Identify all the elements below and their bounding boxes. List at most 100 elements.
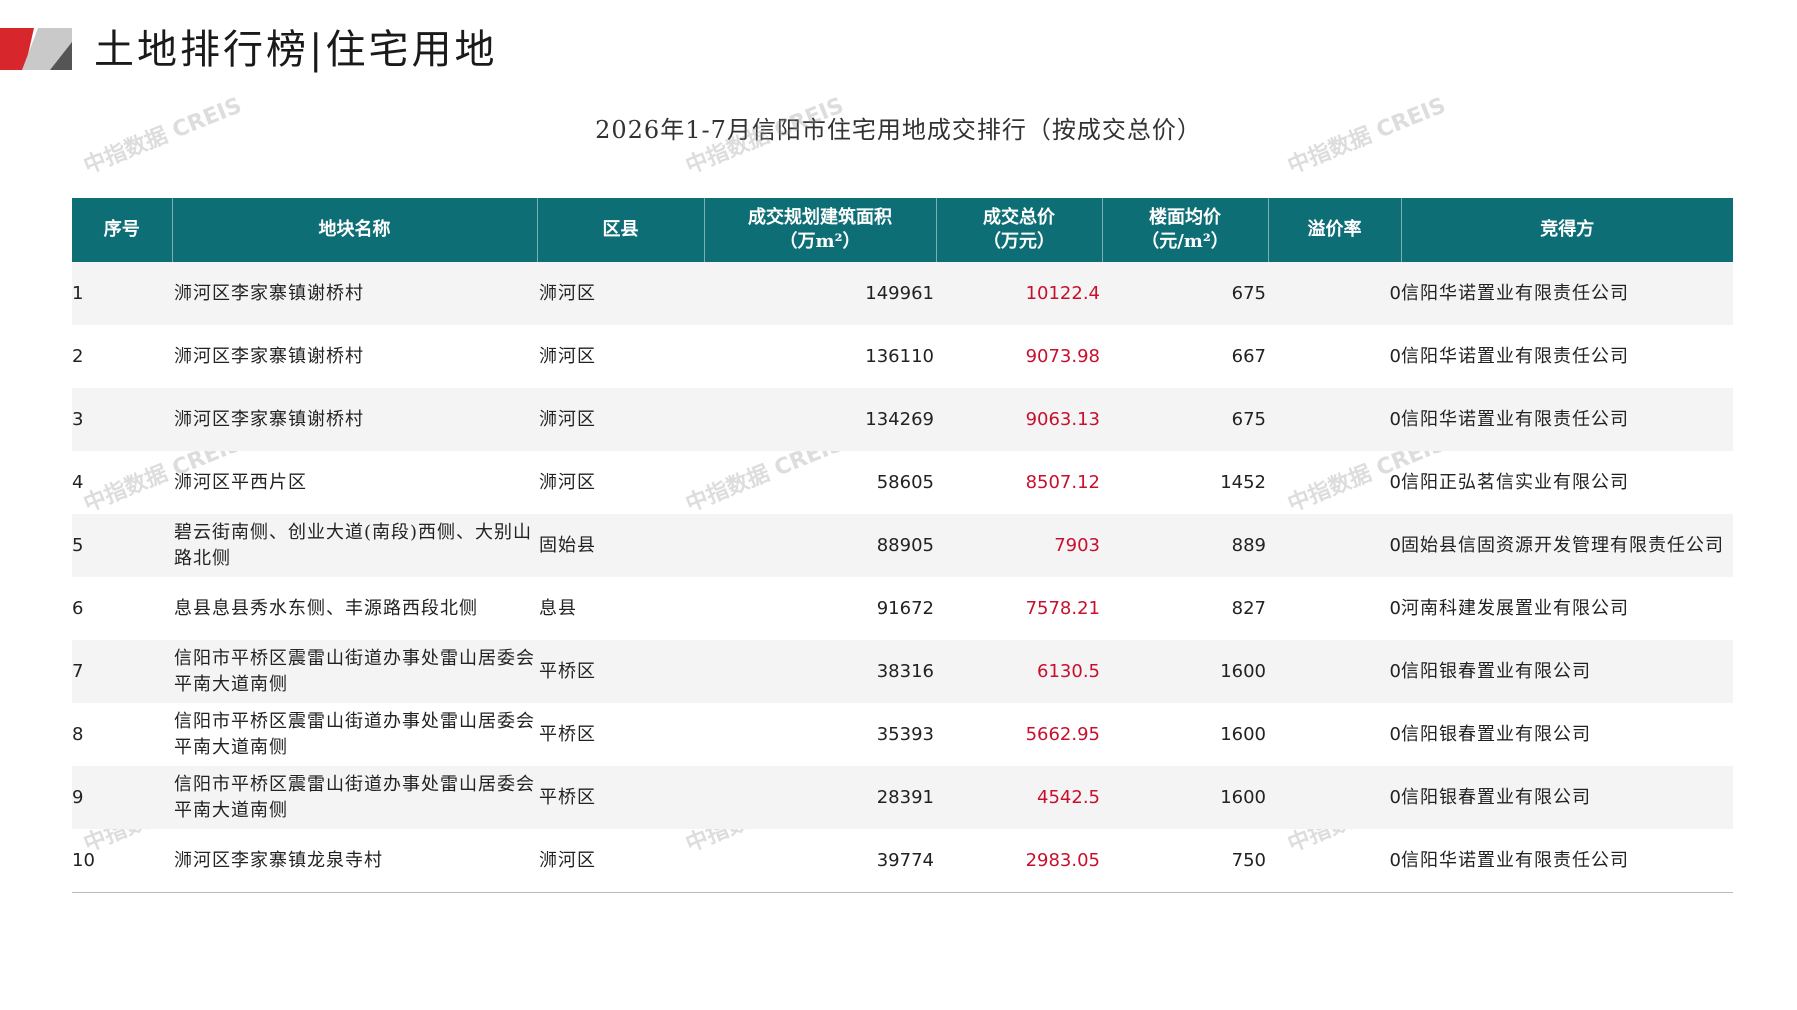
cell-area: 58605	[876, 471, 934, 493]
cell-rank: 2	[72, 345, 84, 367]
header-district: 区县	[537, 198, 705, 262]
cell-bidder: 河南科建发展置业有限公司	[1401, 597, 1629, 619]
cell-premium: 0	[1389, 723, 1401, 745]
cell-total-price: 8507.12	[1025, 471, 1100, 493]
cell-total-price: 2983.05	[936, 829, 1102, 893]
cell-rank: 10	[72, 829, 172, 893]
cell-unit-price: 827	[1231, 597, 1266, 619]
header-label: 区县	[602, 219, 639, 240]
cell-unit-price: 1452	[1220, 471, 1266, 493]
cell-rank: 6	[72, 597, 84, 619]
header-area: 成交规划建筑面积 （万m²）	[704, 198, 937, 262]
cell-district: 浉河区	[537, 262, 704, 325]
cell-total-price: 9073.98	[1025, 345, 1100, 367]
header-label: 序号	[103, 219, 140, 240]
cell-premium: 0	[1268, 829, 1401, 893]
cell-unit-price: 667	[1231, 345, 1266, 367]
cell-premium: 0	[1268, 262, 1401, 325]
header-label: 成交总价	[983, 207, 1055, 228]
cell-plot-name: 息县息县秀水东侧、丰源路西段北侧	[174, 597, 478, 619]
header-unit-price: 楼面均价 （元/m²）	[1102, 198, 1269, 262]
table-header-row: 序号 地块名称 区县 成交规划建筑面积 （万m²） 成交总价 （万元） 楼面均价 （元/m²） 溢…	[72, 198, 1733, 262]
cell-plot-name: 浉河区平西片区	[174, 471, 307, 493]
cell-unit-price: 1600	[1102, 640, 1268, 703]
cell-premium: 0	[1268, 766, 1401, 829]
table-row: 2 浉河区李家寨镇谢桥村 浉河区 136110 9073.98 667 0 信阳华诺置业有限责…	[72, 325, 1733, 388]
header-unit: （元/m²）	[1141, 231, 1229, 252]
header-label: 楼面均价	[1149, 207, 1221, 228]
cell-rank: 3	[72, 388, 172, 451]
land-ranking-table: 序号 地块名称 区县 成交规划建筑面积 （万m²） 成交总价 （万元） 楼面均价 （元/m²） 溢…	[72, 198, 1733, 893]
cell-unit-price: 889	[1102, 514, 1268, 577]
table-row: 9 信阳市平桥区震雷山街道办事处雷山居委会平南大道南侧 平桥区 28391 4542.5…	[72, 766, 1733, 829]
cell-total-price: 7578.21	[1025, 597, 1100, 619]
cell-plot-name: 信阳市平桥区震雷山街道办事处雷山居委会平南大道南侧	[172, 640, 537, 703]
cell-rank: 7	[72, 640, 172, 703]
cell-rank: 8	[72, 723, 84, 745]
table-title: 2026年1-7月信阳市住宅用地成交排行（按成交总价）	[595, 116, 1202, 144]
cell-area: 88905	[704, 514, 936, 577]
cell-area: 38316	[704, 640, 936, 703]
cell-bidder: 固始县信固资源开发管理有限责任公司	[1401, 514, 1733, 577]
cell-premium: 0	[1268, 388, 1401, 451]
header-label: 成交规划建筑面积	[748, 207, 892, 228]
cell-district: 固始县	[537, 514, 704, 577]
cell-rank: 9	[72, 766, 172, 829]
table-row: 7 信阳市平桥区震雷山街道办事处雷山居委会平南大道南侧 平桥区 38316 6130.5…	[72, 640, 1733, 703]
table-row: 3 浉河区李家寨镇谢桥村 浉河区 134269 9063.13 675 0 信阳华诺置业有限责…	[72, 388, 1733, 451]
cell-plot-name: 信阳市平桥区震雷山街道办事处雷山居委会平南大道南侧	[174, 710, 535, 758]
cell-premium: 0	[1389, 345, 1401, 367]
cell-district: 平桥区	[537, 766, 704, 829]
cell-plot-name: 浉河区李家寨镇谢桥村	[172, 388, 537, 451]
table-row: 6 息县息县秀水东侧、丰源路西段北侧 息县 91672 7578.21 827 0 河南科建发…	[72, 577, 1733, 640]
header-total-price: 成交总价 （万元）	[936, 198, 1103, 262]
cell-district: 浉河区	[539, 345, 596, 367]
table-row: 8 信阳市平桥区震雷山街道办事处雷山居委会平南大道南侧 平桥区 35393 5662.9…	[72, 703, 1733, 766]
header-plot-name: 地块名称	[172, 198, 538, 262]
cell-unit-price: 1600	[1220, 723, 1266, 745]
cell-premium: 0	[1389, 471, 1401, 493]
cell-bidder: 信阳正弘茗信实业有限公司	[1401, 471, 1629, 493]
table-row: 4 浉河区平西片区 浉河区 58605 8507.12 1452 0 信阳正弘茗信实业有限公司	[72, 451, 1733, 514]
cell-total-price: 6130.5	[936, 640, 1102, 703]
header-premium: 溢价率	[1268, 198, 1402, 262]
cell-bidder: 信阳华诺置业有限责任公司	[1401, 345, 1629, 367]
cell-area: 35393	[876, 723, 934, 745]
cell-unit-price: 675	[1102, 388, 1268, 451]
cell-bidder: 信阳银春置业有限公司	[1401, 640, 1733, 703]
cell-area: 39774	[704, 829, 936, 893]
cell-plot-name: 碧云街南侧、创业大道(南段)西侧、大别山路北侧	[172, 514, 537, 577]
cell-total-price: 7903	[936, 514, 1102, 577]
header-rank: 序号	[72, 198, 173, 262]
cell-district: 浉河区	[539, 471, 596, 493]
header-unit: （万元）	[983, 231, 1055, 252]
cell-plot-name: 浉河区李家寨镇谢桥村	[174, 345, 364, 367]
cell-plot-name: 信阳市平桥区震雷山街道办事处雷山居委会平南大道南侧	[172, 766, 537, 829]
cell-plot-name: 浉河区李家寨镇龙泉寺村	[172, 829, 537, 893]
cell-district: 息县	[539, 597, 577, 619]
table-body: 1 浉河区李家寨镇谢桥村 浉河区 149961 10122.4 675 0 信阳华诺置业有限责…	[72, 262, 1733, 893]
cell-premium: 0	[1268, 640, 1401, 703]
cell-premium: 0	[1268, 514, 1401, 577]
cell-bidder: 信阳银春置业有限公司	[1401, 723, 1591, 745]
cell-bidder: 信阳华诺置业有限责任公司	[1401, 262, 1733, 325]
cell-total-price: 9063.13	[936, 388, 1102, 451]
table-row: 10 浉河区李家寨镇龙泉寺村 浉河区 39774 2983.05 750 0 信阳华诺置业有限…	[72, 829, 1733, 893]
cell-total-price: 10122.4	[936, 262, 1102, 325]
cell-unit-price: 750	[1102, 829, 1268, 893]
header-label: 竞得方	[1540, 219, 1595, 240]
header-bidder: 竞得方	[1401, 198, 1733, 262]
page-title: 土地排行榜|住宅用地	[94, 27, 498, 73]
cell-premium: 0	[1389, 597, 1401, 619]
cell-district: 平桥区	[537, 640, 704, 703]
cell-area: 149961	[704, 262, 936, 325]
cell-area: 91672	[876, 597, 934, 619]
table-row: 1 浉河区李家寨镇谢桥村 浉河区 149961 10122.4 675 0 信阳华诺置业有限责…	[72, 262, 1733, 325]
cell-rank: 1	[72, 262, 172, 325]
header-label: 地块名称	[318, 219, 391, 240]
cell-area: 134269	[704, 388, 936, 451]
cell-total-price: 4542.5	[936, 766, 1102, 829]
corner-logo-shape	[0, 28, 72, 70]
cell-plot-name: 浉河区李家寨镇谢桥村	[172, 262, 537, 325]
cell-unit-price: 1600	[1102, 766, 1268, 829]
